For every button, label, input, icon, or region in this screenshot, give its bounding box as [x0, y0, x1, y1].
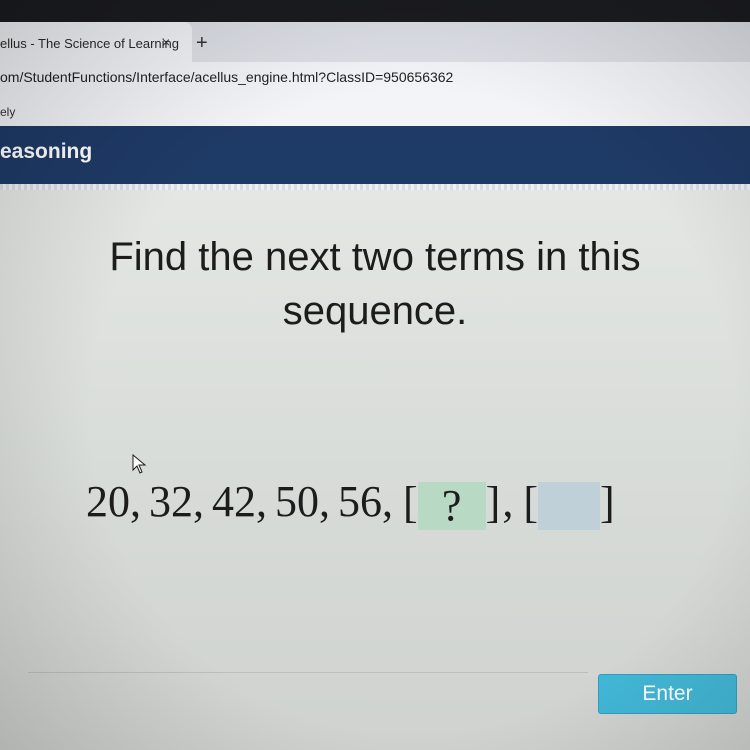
mouse-pointer-icon	[132, 454, 147, 474]
answer-blank-1[interactable]: [?]	[403, 477, 501, 531]
separator: ,	[319, 477, 330, 526]
separator: ,	[382, 477, 393, 526]
bookmarks-bar: ely	[0, 98, 750, 127]
bracket-close: ]	[599, 477, 615, 527]
browser-tab[interactable]: ellus - The Science of Learning ×	[0, 22, 192, 62]
separator: ,	[130, 477, 141, 526]
url-text[interactable]: om/StudentFunctions/Interface/acellus_en…	[0, 69, 453, 85]
sequence-term: 32	[149, 477, 193, 526]
question-panel: Find the next two terms in this sequence…	[0, 190, 750, 750]
answer-input-1[interactable]: ?	[417, 482, 486, 531]
page-title: easoning	[0, 140, 93, 163]
answer-input-2[interactable]	[537, 482, 600, 531]
plus-icon[interactable]: +	[196, 32, 208, 55]
sequence-term: 20	[86, 477, 130, 526]
screen: ellus - The Science of Learning × + om/S…	[0, 0, 750, 750]
answer-blank-2[interactable]: []	[523, 477, 615, 531]
bookmark-item[interactable]: ely	[0, 105, 15, 119]
address-bar[interactable]: om/StudentFunctions/Interface/acellus_en…	[0, 62, 750, 99]
bracket-open: [	[403, 477, 418, 527]
question-prompt: Find the next two terms in this sequence…	[109, 235, 641, 333]
bracket-close: ]	[485, 477, 501, 527]
enter-button[interactable]: Enter	[598, 674, 737, 714]
tab-title: ellus - The Science of Learning	[0, 36, 179, 51]
sequence-term: 50	[275, 477, 319, 526]
number-sequence: 20, 32, 42, 50, 56, [?], []	[86, 476, 617, 531]
sequence-term: 56	[338, 477, 382, 526]
app-header: easoning	[0, 126, 750, 184]
sequence-term: 42	[212, 477, 256, 526]
browser-tab-bar: ellus - The Science of Learning × +	[0, 22, 750, 62]
separator: ,	[502, 477, 514, 526]
close-icon[interactable]: ×	[162, 34, 170, 50]
bracket-open: [	[523, 477, 538, 527]
separator: ,	[193, 477, 204, 526]
answer-divider	[28, 672, 588, 673]
separator: ,	[256, 477, 267, 526]
